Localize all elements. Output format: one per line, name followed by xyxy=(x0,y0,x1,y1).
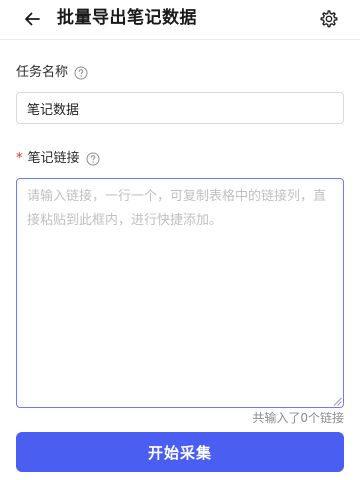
back-button[interactable] xyxy=(21,8,43,30)
task-name-input[interactable] xyxy=(16,92,344,124)
settings-button[interactable] xyxy=(318,8,340,30)
note-links-textarea[interactable] xyxy=(16,178,344,408)
page-title: 批量导出笔记数据 xyxy=(57,8,197,28)
note-links-label-row: * 笔记链接 xyxy=(16,150,100,168)
task-name-label-row: 任务名称 xyxy=(16,64,88,82)
question-circle-icon xyxy=(86,152,100,166)
required-mark: * xyxy=(16,151,23,166)
gear-icon xyxy=(320,10,338,28)
link-count-text: 共输入了0个链接 xyxy=(252,411,344,425)
header-bar: 批量导出笔记数据 xyxy=(0,0,360,40)
note-links-label: 笔记链接 xyxy=(27,151,80,166)
question-circle-icon xyxy=(74,66,88,80)
app-root: 批量导出笔记数据 任务名称 * 笔记链接 xyxy=(0,0,360,480)
task-name-label: 任务名称 xyxy=(16,65,69,80)
arrow-left-icon xyxy=(25,12,40,26)
resize-handle-icon[interactable] xyxy=(333,397,342,406)
start-collect-button[interactable]: 开始采集 xyxy=(16,432,344,472)
note-links-help-button[interactable] xyxy=(86,152,100,166)
task-name-help-button[interactable] xyxy=(74,66,88,80)
